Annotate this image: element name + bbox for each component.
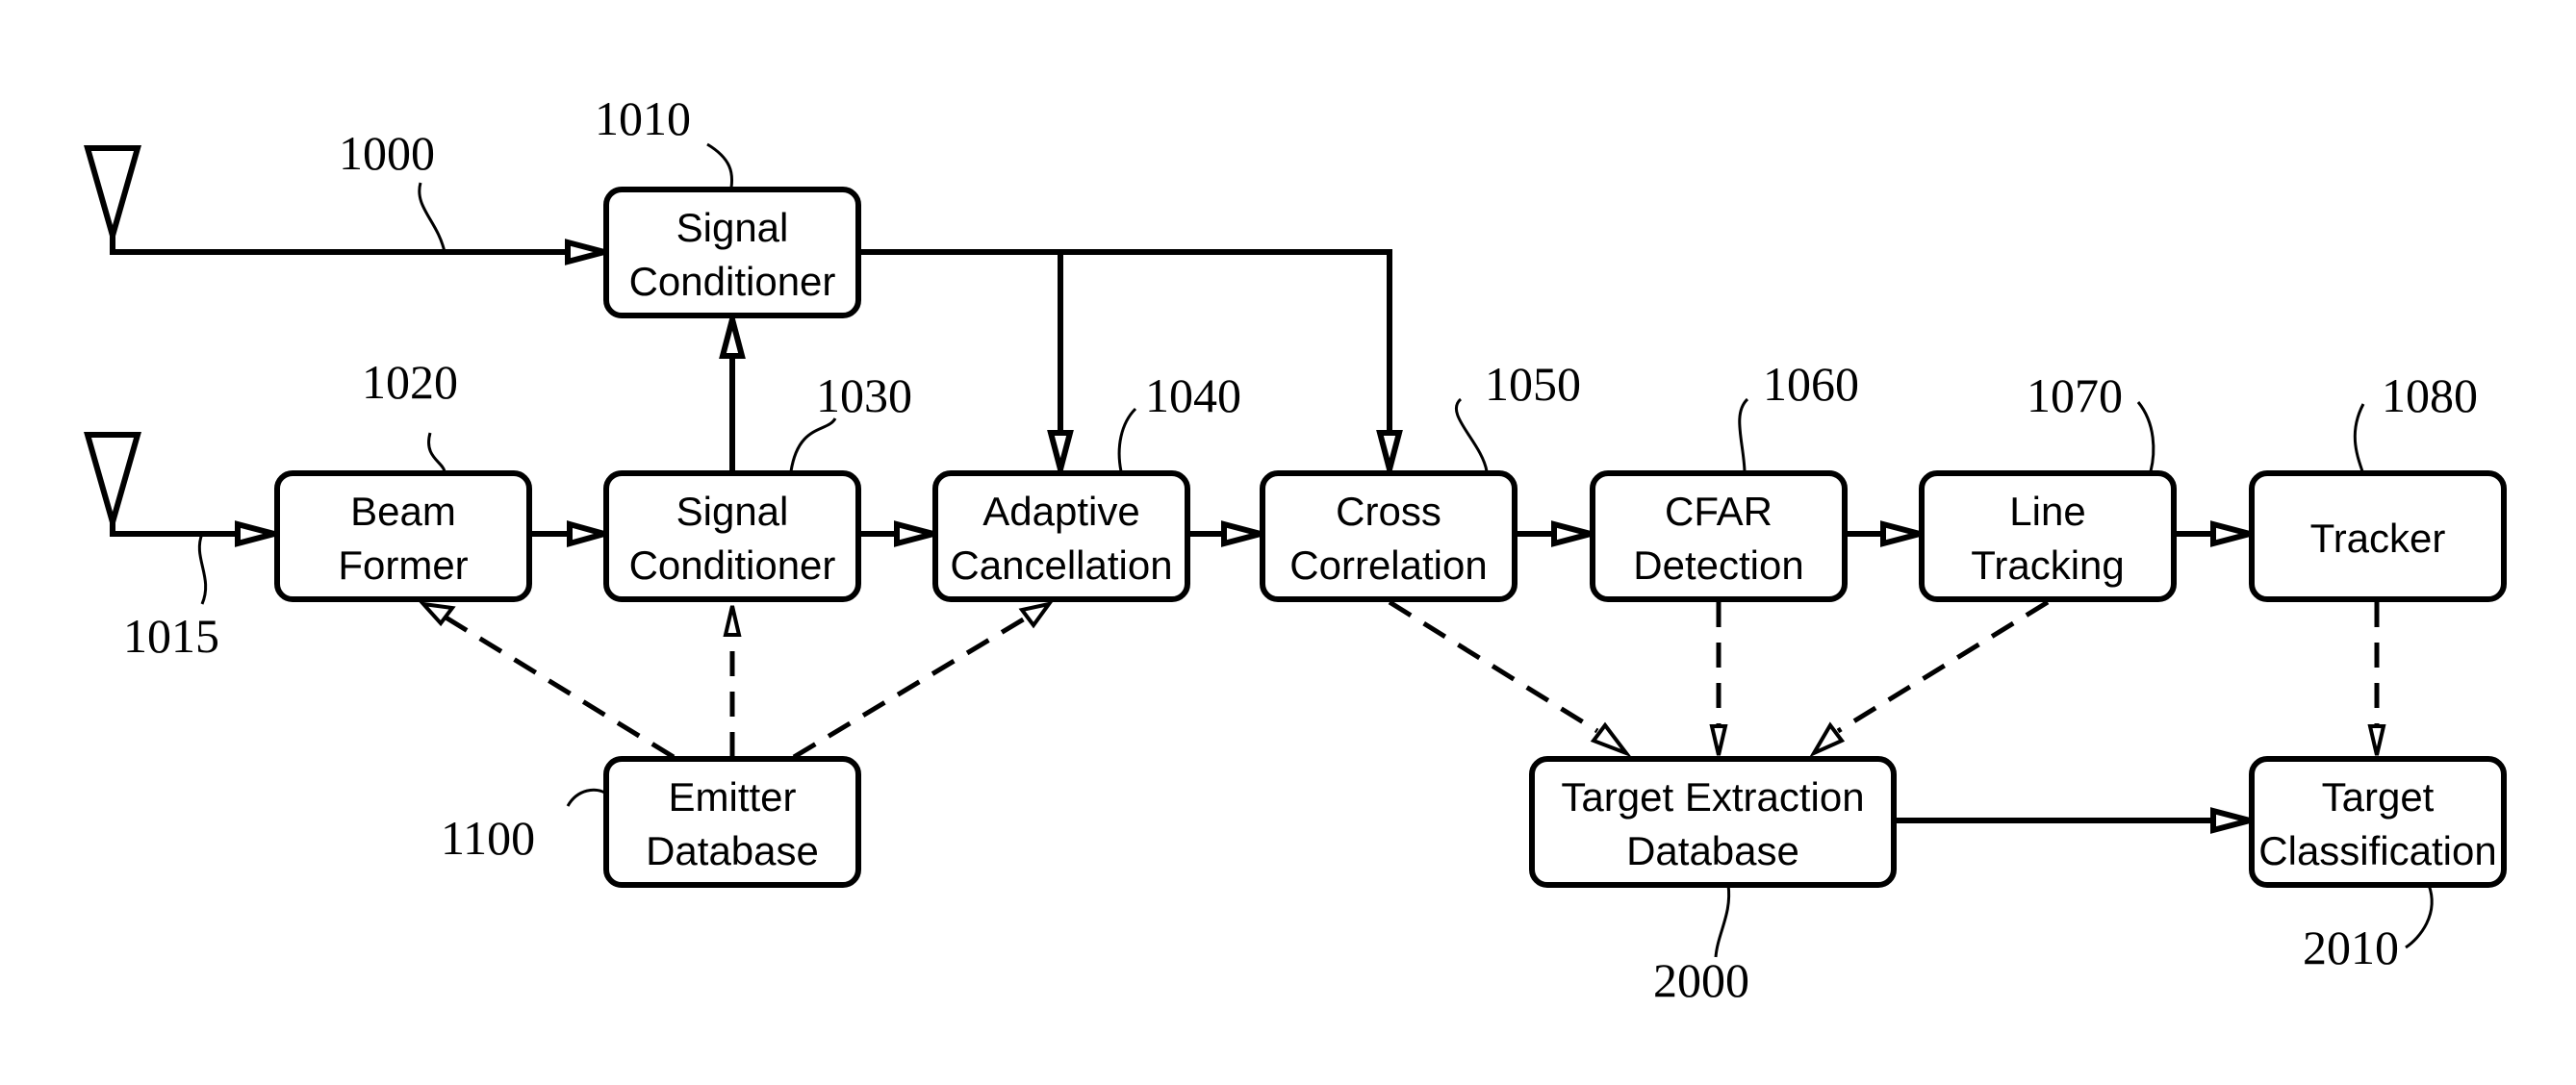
arrowhead-icon bbox=[1551, 520, 1602, 547]
block-label-line: Signal bbox=[676, 205, 789, 250]
block-label-line: Target bbox=[2322, 774, 2435, 820]
block-diagram: 1000 1010 1020 1015 1030 1040 1050 1060 … bbox=[84, 91, 2507, 1007]
arrowhead-icon bbox=[1590, 721, 1632, 758]
arrowhead-icon bbox=[1221, 520, 1272, 547]
dashed-emitter-bf bbox=[441, 613, 676, 760]
block-label-line: Signal bbox=[676, 489, 789, 534]
block-label-line: Emitter bbox=[668, 774, 796, 820]
arrowhead-icon bbox=[567, 520, 616, 547]
block-label-line: Correlation bbox=[1289, 542, 1487, 588]
arrowhead-icon bbox=[2210, 807, 2261, 834]
ref-1100: 1100 bbox=[441, 811, 535, 865]
arrowhead-icon bbox=[894, 520, 945, 547]
block-label-line: Adaptive bbox=[982, 489, 1139, 534]
ref-1015: 1015 bbox=[123, 609, 219, 663]
arrowhead-icon bbox=[1376, 430, 1403, 481]
block-label-line: Cross bbox=[1336, 489, 1441, 534]
block-signal-conditioner[interactable]: Signal Conditioner bbox=[603, 470, 861, 602]
ref-1000: 1000 bbox=[339, 126, 435, 180]
arrowhead-icon bbox=[235, 520, 286, 547]
dashed-lt-ted bbox=[1836, 599, 2050, 734]
ref-1060: 1060 bbox=[1763, 357, 1859, 411]
arrowhead-icon bbox=[2210, 520, 2261, 547]
block-label-line: Tracker bbox=[2310, 516, 2446, 561]
block-adaptive-cancellation[interactable]: Adaptive Cancellation bbox=[932, 470, 1190, 602]
dashed-emitter-ac bbox=[792, 613, 1032, 760]
arrowhead-icon bbox=[1709, 724, 1728, 756]
ref-1010: 1010 bbox=[595, 91, 691, 145]
block-label-line: Beam bbox=[350, 489, 456, 534]
ref-2010: 2010 bbox=[2303, 921, 2399, 974]
arrowhead-icon bbox=[1880, 520, 1931, 547]
block-label-line: Target Extraction bbox=[1561, 774, 1864, 820]
ref-1020: 1020 bbox=[362, 355, 458, 409]
ref-1080: 1080 bbox=[2382, 368, 2478, 422]
block-label-line: Cancellation bbox=[950, 542, 1172, 588]
block-label-line: Classification bbox=[2258, 828, 2496, 873]
connector-sc-top-outputs bbox=[858, 249, 1392, 433]
block-signal-conditioner-top[interactable]: Signal Conditioner bbox=[603, 187, 861, 318]
ref-1030: 1030 bbox=[816, 368, 912, 422]
block-label-line: Conditioner bbox=[629, 542, 836, 588]
block-target-classification[interactable]: Target Classification bbox=[2249, 756, 2507, 888]
block-label-line: Conditioner bbox=[629, 259, 836, 304]
block-label-line: Line bbox=[2009, 489, 2085, 534]
dashed-connectors bbox=[418, 599, 2386, 760]
block-label-line: Database bbox=[1626, 828, 1799, 873]
antenna-2-icon bbox=[84, 432, 241, 537]
block-emitter-database[interactable]: Emitter Database bbox=[603, 756, 861, 888]
block-cfar-detection[interactable]: CFAR Detection bbox=[1590, 470, 1848, 602]
arrowhead-icon bbox=[1047, 430, 1074, 481]
ref-1070: 1070 bbox=[2027, 368, 2123, 422]
block-label-line: Tracking bbox=[1971, 542, 2125, 588]
block-label-line: Former bbox=[338, 542, 468, 588]
block-beam-former[interactable]: Beam Former bbox=[274, 470, 532, 602]
arrowhead-icon bbox=[565, 239, 616, 265]
block-tracker[interactable]: Tracker bbox=[2249, 470, 2507, 602]
block-label-line: Database bbox=[646, 828, 819, 873]
arrowhead-icon bbox=[2367, 724, 2386, 756]
dashed-cc-ted bbox=[1388, 599, 1599, 734]
block-cross-correlation[interactable]: Cross Correlation bbox=[1260, 470, 1518, 602]
arrowhead-icon bbox=[1018, 600, 1054, 629]
block-target-extraction-database[interactable]: Target Extraction Database bbox=[1529, 756, 1897, 888]
arrowhead-icon bbox=[723, 605, 742, 637]
block-label-line: Detection bbox=[1633, 542, 1803, 588]
block-line-tracking[interactable]: Line Tracking bbox=[1919, 470, 2177, 602]
block-label-line: CFAR bbox=[1665, 489, 1773, 534]
ref-2000: 2000 bbox=[1653, 953, 1749, 1007]
arrowhead-icon bbox=[719, 308, 746, 359]
ref-1040: 1040 bbox=[1145, 368, 1241, 422]
ref-1050: 1050 bbox=[1485, 357, 1581, 411]
antenna-1-icon bbox=[84, 145, 568, 255]
